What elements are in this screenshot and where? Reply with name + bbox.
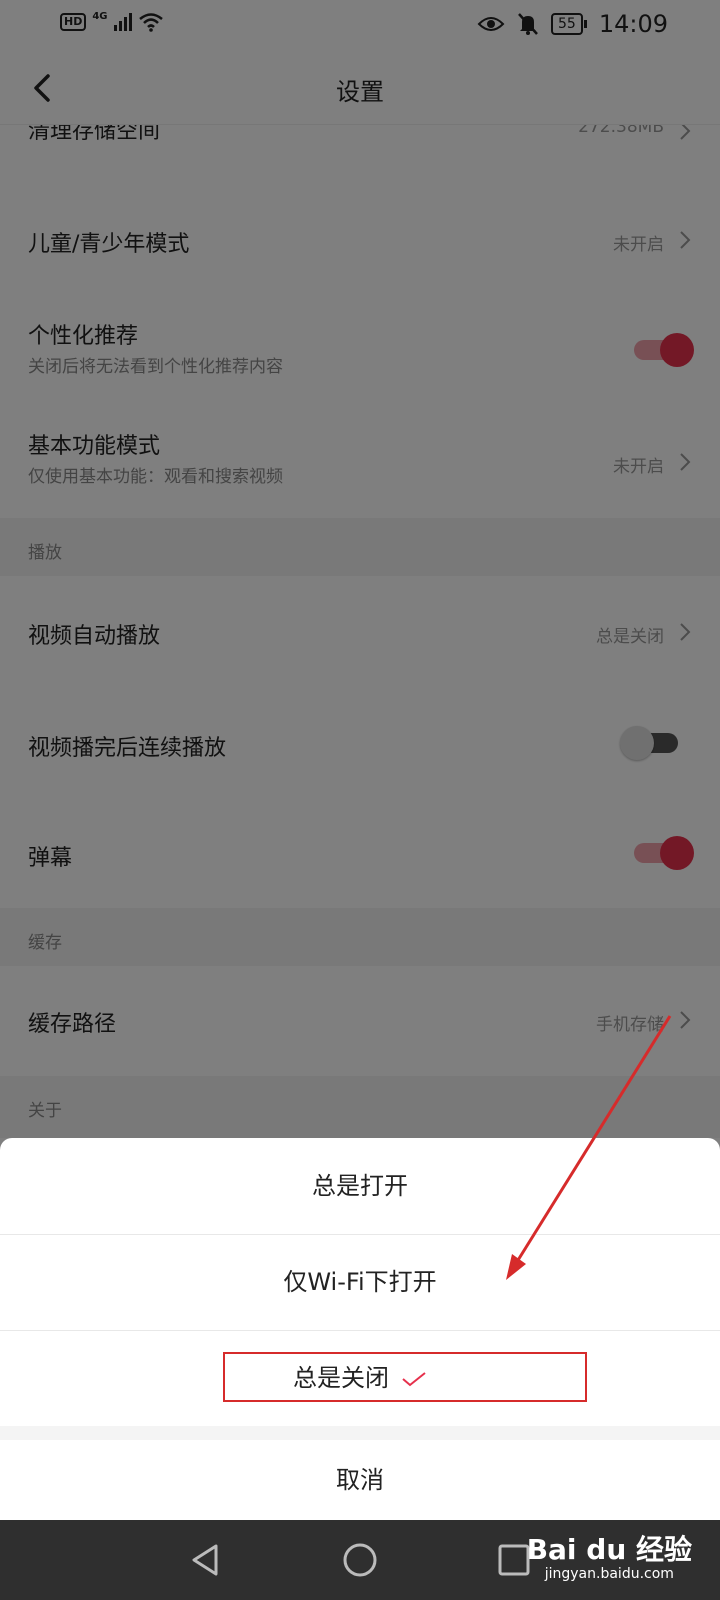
autoplay-options-sheet: 总是打开 仅Wi-Fi下打开 总是关闭 取消: [0, 1138, 720, 1520]
nav-home-icon[interactable]: [340, 1540, 380, 1580]
watermark-url: jingyan.baidu.com: [544, 1566, 674, 1582]
cancel-button[interactable]: 取消: [0, 1440, 720, 1520]
option-wifi-only[interactable]: 仅Wi-Fi下打开: [0, 1234, 720, 1330]
nav-back-icon[interactable]: [186, 1540, 226, 1580]
option-always-on[interactable]: 总是打开: [0, 1138, 720, 1234]
sheet-gap: [0, 1426, 720, 1440]
baidu-jingyan-watermark: Bai du 经验 jingyan.baidu.com: [527, 1528, 692, 1582]
annotation-highlight-box: [223, 1352, 587, 1402]
watermark-brand: Bai du 经验: [526, 1533, 692, 1566]
